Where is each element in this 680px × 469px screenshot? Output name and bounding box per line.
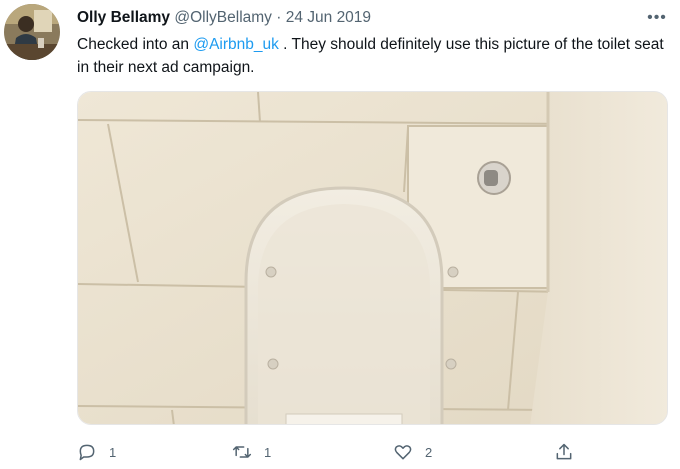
tweet-date[interactable]: 24 Jun 2019 — [286, 9, 371, 26]
reply-icon — [79, 444, 95, 461]
header-separator: · — [276, 9, 282, 26]
tweet-text: Checked into an @Airbnb_uk . They should… — [77, 33, 672, 79]
retweet-count: 1 — [264, 444, 272, 460]
share-button[interactable] — [554, 440, 574, 464]
tweet: Olly Bellamy @OllyBellamy · 24 Jun 2019 … — [0, 0, 680, 469]
share-icon — [556, 443, 572, 460]
avatar[interactable] — [4, 4, 60, 60]
like-count: 2 — [425, 444, 433, 460]
tweet-actions: 1 1 2 — [77, 440, 672, 464]
tweet-header: Olly Bellamy @OllyBellamy · 24 Jun 2019 — [77, 8, 371, 28]
reply-count: 1 — [109, 444, 117, 460]
like-icon — [394, 445, 412, 460]
tweet-text-before: Checked into an — [77, 36, 194, 53]
tweet-photo[interactable] — [77, 91, 668, 425]
retweet-icon — [232, 446, 252, 458]
more-icon[interactable]: ••• — [646, 8, 668, 28]
author-handle[interactable]: @OllyBellamy — [174, 9, 272, 26]
author-name[interactable]: Olly Bellamy — [77, 9, 170, 26]
reply-button[interactable]: 1 — [77, 440, 116, 464]
retweet-button[interactable]: 1 — [232, 440, 271, 464]
mention-link[interactable]: @Airbnb_uk — [193, 36, 279, 53]
like-button[interactable]: 2 — [393, 440, 432, 464]
